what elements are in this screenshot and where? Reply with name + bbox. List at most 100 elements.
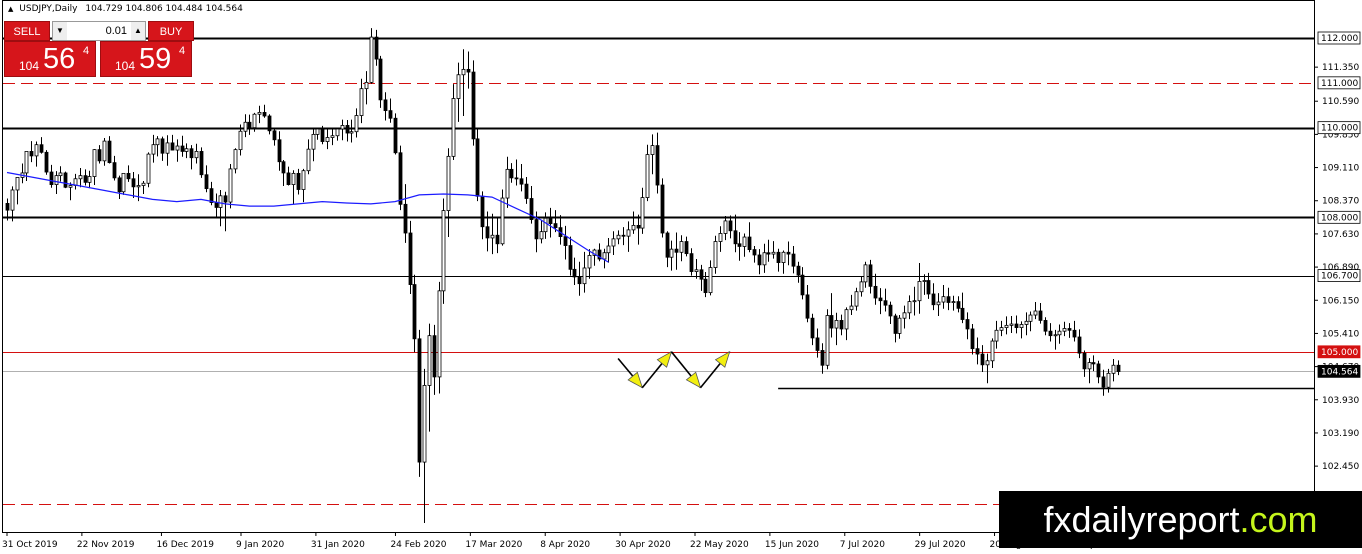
candle-body	[849, 305, 854, 311]
level-price-label: 112.000	[1321, 34, 1358, 44]
collapse-triangle-icon[interactable]: ▲	[8, 5, 13, 13]
y-tick-label: 111.350	[1322, 63, 1359, 73]
candle-body	[563, 236, 568, 246]
candle-body	[728, 220, 733, 232]
x-tick-label: 15 Jun 2020	[765, 540, 819, 550]
buy-price-fraction: 4	[179, 45, 186, 57]
candle-body	[378, 58, 383, 101]
x-tick-label: 8 Apr 2020	[540, 540, 590, 550]
candle-body	[272, 130, 277, 141]
candle-body	[422, 385, 427, 463]
lot-size-value[interactable]: 0.01	[69, 22, 129, 40]
lot-decrease-icon[interactable]: ▼	[53, 22, 67, 40]
candle-body	[660, 184, 665, 234]
lot-increase-icon[interactable]: ▲	[131, 22, 145, 40]
candle-body	[29, 151, 34, 157]
candle-body	[582, 267, 587, 285]
candle-body	[616, 234, 621, 240]
candle-body	[296, 172, 301, 190]
sell-button[interactable]: SELL	[4, 21, 50, 41]
candle-body	[636, 224, 641, 229]
candle-body	[1009, 323, 1014, 326]
candle-body	[505, 168, 510, 199]
x-tick-label: 24 Feb 2020	[390, 540, 446, 550]
candle-body	[24, 151, 29, 174]
sell-price-box[interactable]: 104 56 4	[4, 41, 96, 77]
candle-body	[883, 300, 888, 306]
candle-body	[189, 148, 194, 159]
y-tick-label: 103.190	[1322, 429, 1359, 439]
x-tick-label: 17 Mar 2020	[465, 540, 522, 550]
candle-body	[878, 297, 883, 302]
candle-body	[873, 285, 878, 299]
x-tick-label: 7 Jul 2020	[840, 540, 885, 550]
candle-body	[466, 68, 471, 73]
candle-body	[665, 232, 670, 258]
watermark-logo: fxdailyreport.com	[999, 491, 1362, 548]
one-click-trading-panel: SELL ▼ 0.01 ▲ BUY 104 56 4 104 59 4	[4, 19, 194, 77]
candle-body	[733, 230, 738, 245]
candle-body	[126, 172, 131, 180]
lot-size-field[interactable]: ▼ 0.01 ▲	[52, 21, 146, 41]
candle-body	[354, 115, 359, 133]
y-tick-label: 102.450	[1322, 462, 1359, 472]
candle-body	[277, 139, 282, 163]
candle-body	[180, 145, 185, 152]
candle-body	[815, 337, 820, 351]
candle-body	[281, 161, 286, 174]
candle-body	[252, 113, 257, 129]
buy-button[interactable]: BUY	[148, 21, 194, 41]
candle-body	[791, 253, 796, 267]
candle-body	[553, 223, 558, 229]
candle-body	[160, 138, 165, 154]
candle-body	[796, 265, 801, 276]
candle-body	[631, 224, 636, 231]
candle-body	[34, 144, 39, 157]
candle-body	[825, 315, 830, 366]
candle-body	[102, 140, 107, 162]
candle-body	[349, 131, 354, 134]
candle-body	[572, 268, 577, 278]
candle-body	[184, 148, 189, 152]
candle-body	[490, 234, 495, 239]
candle-body	[485, 226, 490, 239]
candle-body	[68, 185, 73, 188]
candle-body	[267, 115, 272, 132]
level-price-label: 108.000	[1321, 213, 1358, 223]
candle-body	[956, 301, 961, 309]
candle-body	[723, 220, 728, 234]
chart-header: ▲ USDJPY,Daily 104.729 104.806 104.484 1…	[8, 4, 243, 14]
candle-body	[936, 301, 941, 306]
ohlc-values: 104.729 104.806 104.484 104.564	[85, 4, 243, 14]
x-tick-label: 16 Dec 2019	[156, 540, 214, 550]
x-tick-label: 9 Jan 2020	[236, 540, 284, 550]
candle-body	[834, 320, 839, 329]
candle-body	[247, 121, 252, 129]
candle-body	[1004, 324, 1009, 329]
buy-price-box[interactable]: 104 59 4	[100, 41, 192, 77]
price-chart[interactable]: 111.350110.590109.850109.110108.370107.6…	[0, 0, 1362, 554]
candle-body	[228, 168, 233, 203]
candle-body	[408, 232, 413, 285]
candle-body	[388, 110, 393, 119]
candle-body	[1019, 324, 1024, 329]
candle-body	[204, 174, 209, 190]
watermark-text: fxdailyreport	[1043, 499, 1240, 540]
candle-body	[534, 219, 539, 240]
candle-body	[141, 182, 146, 186]
candle-body	[320, 128, 325, 142]
candle-body	[15, 177, 20, 191]
candle-body	[1101, 376, 1106, 388]
level-price-label: 104.564	[1321, 367, 1358, 377]
candle-body	[83, 175, 88, 183]
candle-body	[999, 327, 1004, 331]
candle-body	[451, 98, 456, 157]
y-tick-label: 106.150	[1322, 296, 1359, 306]
candle-body	[645, 154, 650, 198]
candle-body	[859, 281, 864, 293]
x-tick-label: 22 May 2020	[690, 540, 749, 550]
candle-body	[432, 335, 437, 378]
candle-body	[92, 149, 97, 177]
candle-body	[922, 280, 927, 282]
candle-body	[315, 128, 320, 135]
